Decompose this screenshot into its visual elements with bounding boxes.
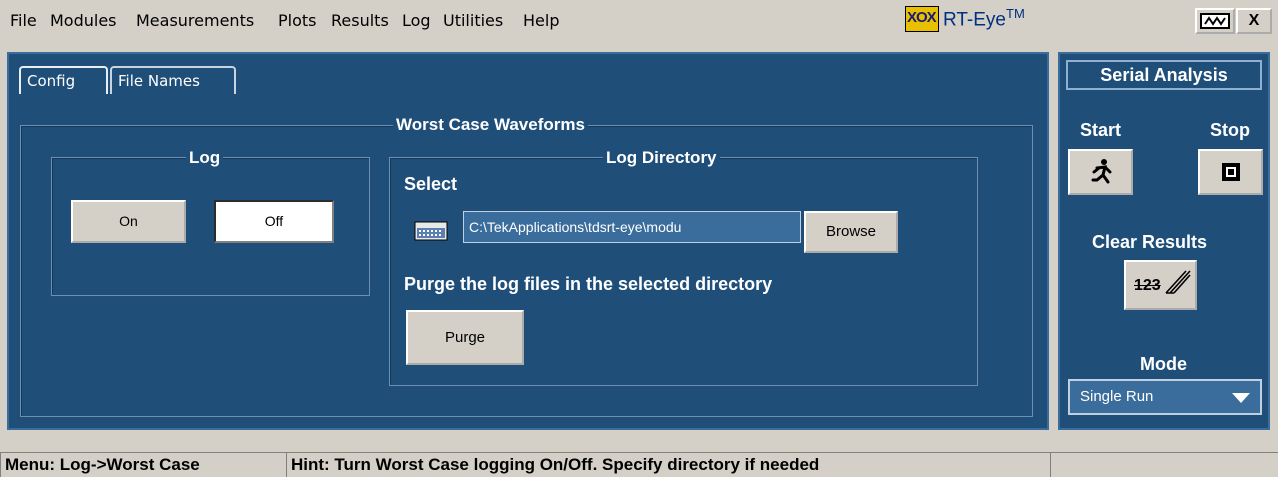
log-directory-title: Log Directory bbox=[603, 148, 720, 168]
mode-value: Single Run bbox=[1080, 388, 1154, 405]
app-logo: XOX bbox=[905, 6, 939, 32]
logo-text: XOX bbox=[907, 9, 937, 26]
chevron-down-icon bbox=[1232, 393, 1250, 403]
purge-button[interactable]: Purge bbox=[406, 310, 524, 365]
clear-results-button[interactable]: 123 bbox=[1124, 260, 1197, 310]
menu-plots[interactable]: Plots bbox=[278, 11, 317, 30]
menu-results[interactable]: Results bbox=[331, 11, 389, 30]
folder-icon[interactable] bbox=[414, 220, 448, 242]
main-panel: Config File Names Worst Case Waveforms L… bbox=[7, 52, 1049, 430]
serial-analysis-header: Serial Analysis bbox=[1066, 60, 1262, 90]
log-off-button[interactable]: Off bbox=[214, 200, 334, 243]
clear-results-text: 123 bbox=[1134, 277, 1161, 294]
running-man-icon bbox=[1091, 159, 1111, 184]
start-button[interactable] bbox=[1068, 149, 1133, 195]
start-label: Start bbox=[1080, 120, 1122, 140]
stop-button[interactable] bbox=[1198, 149, 1263, 195]
tab-config[interactable]: Config bbox=[19, 66, 108, 94]
window-resize-button[interactable] bbox=[1195, 8, 1235, 34]
browse-button[interactable]: Browse bbox=[804, 211, 898, 253]
stop-label: Stop bbox=[1210, 120, 1250, 140]
select-label: Select bbox=[404, 174, 458, 194]
serial-analysis-panel: Serial Analysis Start Stop Clear Results… bbox=[1058, 52, 1270, 430]
app-title: RT-EyeTM bbox=[943, 6, 1025, 31]
app-title-text: RT-Eye bbox=[943, 9, 1007, 31]
eraser-icon bbox=[1165, 270, 1191, 294]
log-on-button[interactable]: On bbox=[71, 200, 186, 243]
window-resize-icon bbox=[1200, 13, 1230, 29]
clear-results-label: Clear Results bbox=[1092, 232, 1208, 252]
menu-bar: File Modules Measurements Plots Results … bbox=[0, 0, 1278, 44]
menu-measurements[interactable]: Measurements bbox=[136, 11, 254, 30]
tab-file-names[interactable]: File Names bbox=[110, 66, 236, 94]
log-title: Log bbox=[186, 148, 224, 168]
menu-help[interactable]: Help bbox=[523, 11, 559, 30]
status-hint: Hint: Turn Worst Case logging On/Off. Sp… bbox=[286, 452, 1050, 477]
status-empty bbox=[1050, 452, 1278, 477]
worst-case-title: Worst Case Waveforms bbox=[393, 115, 588, 135]
mode-select[interactable]: Single Run bbox=[1068, 379, 1262, 415]
app-title-tm: TM bbox=[1006, 6, 1025, 21]
menu-modules[interactable]: Modules bbox=[50, 11, 117, 30]
log-directory-input[interactable]: C:\TekApplications\tdsrt-eye\modu bbox=[463, 211, 801, 243]
mode-label: Mode bbox=[1140, 354, 1187, 374]
status-menu-path: Menu: Log->Worst Case bbox=[0, 452, 286, 477]
menu-file[interactable]: File bbox=[10, 11, 37, 30]
menu-log[interactable]: Log bbox=[402, 11, 431, 30]
menu-utilities[interactable]: Utilities bbox=[443, 11, 503, 30]
stop-square-icon bbox=[1221, 163, 1240, 181]
close-button[interactable]: X bbox=[1236, 8, 1272, 34]
purge-description: Purge the log files in the selected dire… bbox=[404, 274, 773, 294]
